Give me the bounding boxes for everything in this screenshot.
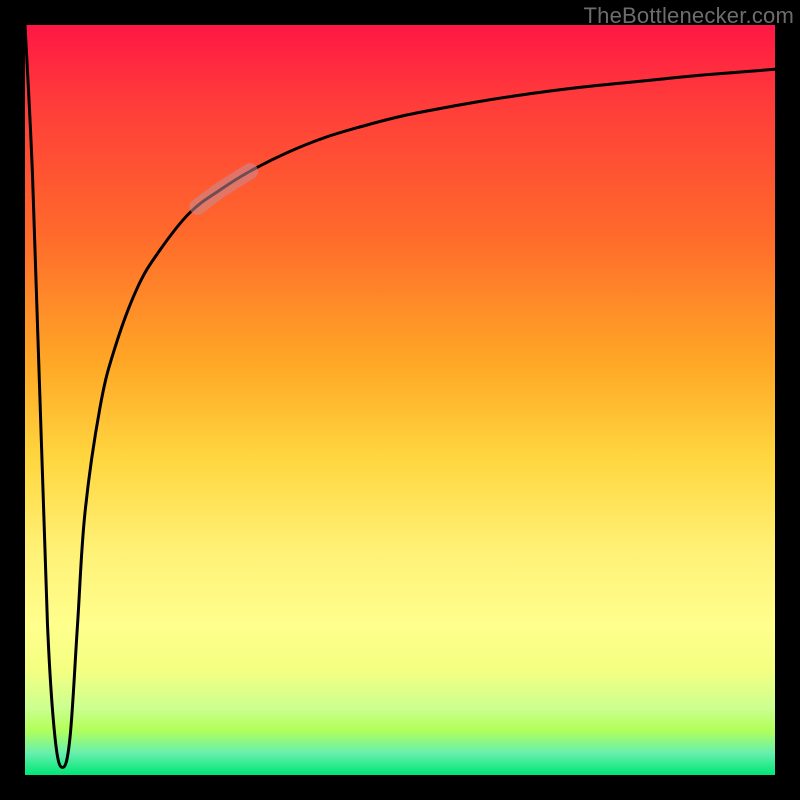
bottleneck-curve [25, 25, 775, 768]
plot-area [25, 25, 775, 775]
chart-frame: TheBottlenecker.com [0, 0, 800, 800]
highlight-segment [198, 171, 251, 207]
curve-layer [25, 25, 775, 775]
watermark-text: TheBottlenecker.com [584, 3, 794, 29]
